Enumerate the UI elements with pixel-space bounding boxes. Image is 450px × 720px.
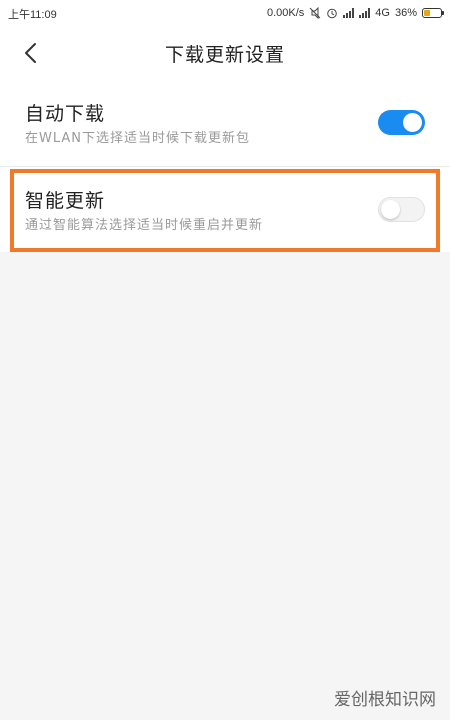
- setting-auto-download[interactable]: 自动下载 在WLAN下选择适当时候下载更新包: [0, 80, 450, 166]
- toggle-knob: [403, 113, 422, 132]
- page-title: 下载更新设置: [164, 44, 285, 66]
- setting-title: 自动下载: [25, 103, 106, 125]
- status-icons: 0.00K/s 4G 36%: [266, 5, 444, 21]
- header: 下载更新设置: [0, 26, 450, 80]
- alarm-icon: [327, 8, 338, 19]
- auto-download-toggle[interactable]: [378, 110, 425, 135]
- net-speed: 0.00K/s: [266, 7, 305, 19]
- toggle-knob: [381, 200, 400, 219]
- status-time: 上午11:09: [8, 9, 57, 21]
- setting-smart-update[interactable]: 智能更新 通过智能算法选择适当时候重启并更新: [0, 166, 450, 252]
- smart-update-toggle[interactable]: [378, 197, 425, 222]
- settings-list: 自动下载 在WLAN下选择适当时候下载更新包 智能更新 通过智能算法选择适当时候…: [0, 80, 450, 252]
- signal-icon-2: [359, 8, 371, 18]
- battery-fill: [424, 10, 430, 16]
- network-type: 4G: [375, 7, 390, 19]
- setting-subtitle: 在WLAN下选择适当时候下载更新包: [25, 131, 251, 146]
- mute-icon: [309, 7, 321, 19]
- battery-icon: [422, 8, 444, 18]
- signal-icon: [343, 8, 355, 18]
- setting-subtitle: 通过智能算法选择适当时候重启并更新: [25, 218, 264, 233]
- battery-percent: 36%: [394, 7, 417, 19]
- status-bar: 上午11:09 0.00K/s 4G 36%: [0, 0, 450, 26]
- watermark: 爱创根知识网: [334, 690, 436, 710]
- setting-title: 智能更新: [25, 190, 106, 212]
